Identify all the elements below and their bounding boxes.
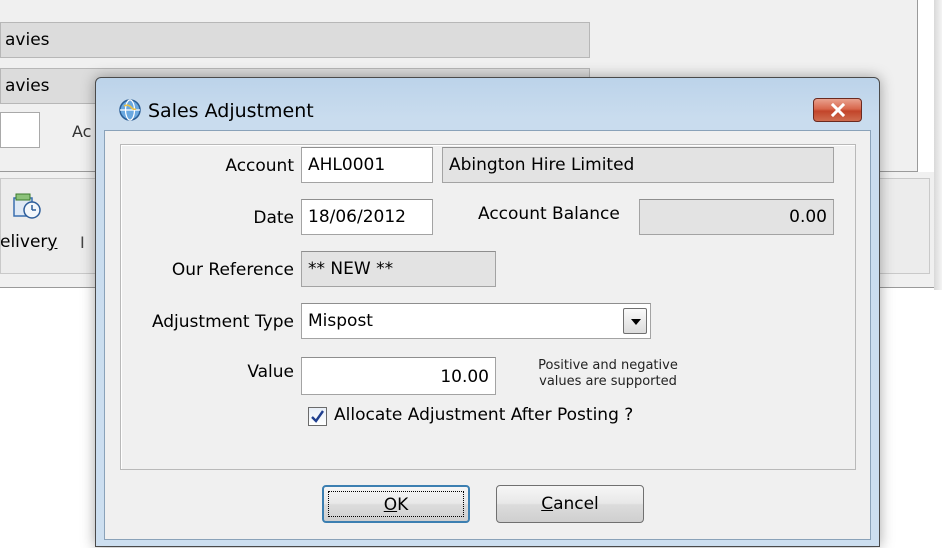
close-icon [830, 103, 845, 117]
cancel-button-accel: C [541, 494, 554, 514]
dialog-title: Sales Adjustment [148, 100, 314, 122]
toolbar-fragment: I [80, 233, 85, 252]
delivery-button-label[interactable]: elivery [0, 232, 57, 252]
account-balance-field: 0.00 [639, 199, 834, 235]
ok-button-label: OK [384, 495, 409, 515]
value-label: Value [247, 362, 294, 382]
background-small-input[interactable] [0, 112, 40, 148]
background-window-edge [934, 0, 942, 290]
date-input[interactable]: 18/06/2012 [301, 199, 433, 235]
sales-adjustment-dialog: Sales Adjustment Account AHL0001 Abingto… [95, 77, 880, 547]
account-label: Account [225, 156, 294, 176]
app-globe-icon [119, 99, 141, 121]
value-amount: 10.00 [440, 367, 489, 387]
date-label: Date [253, 208, 294, 228]
our-reference-label: Our Reference [171, 260, 294, 280]
value-input[interactable]: 10.00 [301, 357, 496, 395]
allocate-label[interactable]: Allocate Adjustment After Posting ? [334, 405, 633, 425]
delivery-label-text: elivery [0, 232, 58, 252]
ok-button-accel: O [383, 495, 398, 515]
our-reference-field: ** NEW ** [301, 251, 496, 287]
cancel-button[interactable]: Cancel [496, 485, 644, 523]
value-hint: Positive and negative values are support… [503, 358, 713, 390]
ok-button[interactable]: OK [322, 485, 470, 523]
ok-button-rest: K [397, 495, 409, 515]
background-label-fragment: Ac [72, 122, 92, 141]
chevron-down-icon[interactable] [623, 308, 647, 334]
dialog-client-area: Account AHL0001 Abington Hire Limited Da… [104, 130, 871, 540]
cancel-button-rest: ancel [553, 494, 599, 514]
adjustment-type-select[interactable]: Mispost [301, 303, 651, 339]
delivery-icon[interactable] [12, 192, 42, 220]
account-name-value: Abington Hire Limited [449, 155, 635, 175]
date-value: 18/06/2012 [308, 207, 406, 227]
background-contact-field-text: avies [5, 76, 50, 96]
account-name-field: Abington Hire Limited [442, 147, 834, 183]
adjustment-type-label: Adjustment Type [151, 312, 294, 332]
account-code-input[interactable]: AHL0001 [301, 147, 433, 183]
account-balance-value: 0.00 [789, 207, 827, 227]
account-code-value: AHL0001 [308, 155, 386, 175]
close-button[interactable] [813, 98, 862, 122]
value-hint-line1: Positive and negative [538, 358, 678, 373]
background-name-field-text: avies [5, 30, 50, 50]
adjustment-type-selected: Mispost [308, 311, 373, 331]
checkmark-icon [311, 410, 324, 423]
adjustment-group-box: Account AHL0001 Abington Hire Limited Da… [120, 144, 856, 470]
value-hint-line2: values are supported [539, 374, 677, 389]
allocate-checkbox[interactable] [308, 407, 327, 426]
cancel-button-label: Cancel [541, 494, 599, 514]
our-reference-value: ** NEW ** [308, 259, 394, 279]
background-name-field[interactable]: avies [0, 22, 590, 58]
account-balance-label: Account Balance [478, 204, 620, 224]
